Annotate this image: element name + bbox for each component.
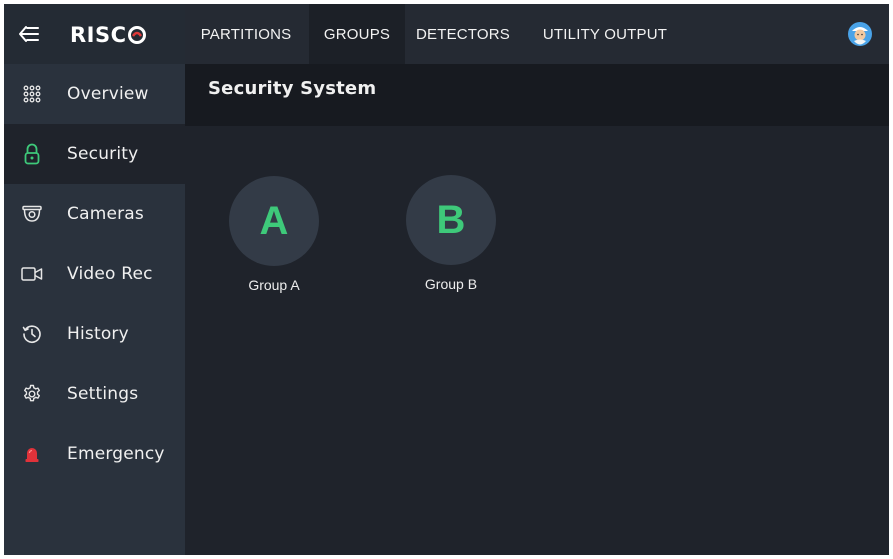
tab-label: GROUPS	[323, 25, 391, 43]
tab-partitions[interactable]: PARTITIONS	[185, 4, 307, 64]
sidebar-item-cameras[interactable]: Cameras	[4, 184, 185, 244]
tab-label: UTILITY OUTPUT	[542, 25, 668, 43]
sidebar-header: RISC	[4, 4, 185, 64]
tab-groups[interactable]: GROUPS	[309, 4, 405, 64]
logo-mark-icon	[127, 26, 146, 44]
sidebar-item-label: History	[67, 324, 129, 344]
video-camera-icon	[21, 263, 43, 285]
tab-detectors[interactable]: DETECTORS	[405, 4, 521, 64]
back-button[interactable]	[14, 19, 44, 49]
sidebar-item-video-rec[interactable]: Video Rec	[4, 244, 185, 304]
tab-utility-output[interactable]: UTILITY OUTPUT	[535, 4, 675, 64]
tab-label: PARTITIONS	[200, 25, 292, 43]
group-b-label: Group B	[424, 276, 478, 292]
gear-icon	[21, 383, 43, 405]
sidebar-item-overview[interactable]: Overview	[4, 64, 185, 124]
sidebar-item-settings[interactable]: Settings	[4, 364, 185, 424]
sidebar-item-label: Overview	[67, 84, 149, 104]
grid-dots-icon	[21, 83, 43, 105]
group-b-badge: B	[406, 175, 496, 265]
sidebar: RISC Overview Security Cameras Video Rec…	[4, 4, 185, 555]
emergency-siren-icon	[21, 443, 43, 465]
page-header: Security System	[185, 64, 889, 126]
sidebar-item-label: Emergency	[67, 444, 165, 464]
back-arrow-icon	[19, 26, 39, 42]
group-b-button[interactable]: B Group B	[401, 175, 501, 292]
sidebar-item-label: Cameras	[67, 204, 144, 224]
sidebar-item-history[interactable]: History	[4, 304, 185, 364]
tab-label: DETECTORS	[415, 25, 511, 43]
sidebar-item-label: Settings	[67, 384, 139, 404]
group-a-label: Group A	[248, 277, 300, 293]
lock-icon	[21, 143, 43, 165]
camera-icon	[21, 203, 43, 225]
logo-text: RISC	[70, 23, 127, 47]
sidebar-item-security[interactable]: Security	[4, 124, 185, 184]
sidebar-item-emergency[interactable]: Emergency	[4, 424, 185, 484]
group-a-badge: A	[229, 176, 319, 266]
sidebar-item-label: Video Rec	[67, 264, 153, 284]
risco-logo: RISC	[70, 22, 146, 48]
page-title: Security System	[208, 78, 377, 99]
sidebar-item-label: Security	[67, 144, 139, 164]
app-window: RISC Overview Security Cameras Video Rec…	[4, 4, 889, 555]
user-avatar-icon[interactable]	[848, 22, 872, 46]
sidebar-nav: Overview Security Cameras Video Rec Hist…	[4, 64, 185, 484]
group-a-button[interactable]: A Group A	[224, 176, 324, 293]
top-tab-bar: PARTITIONS GROUPS DETECTORS UTILITY OUTP…	[185, 4, 889, 64]
history-clock-icon	[21, 323, 43, 345]
